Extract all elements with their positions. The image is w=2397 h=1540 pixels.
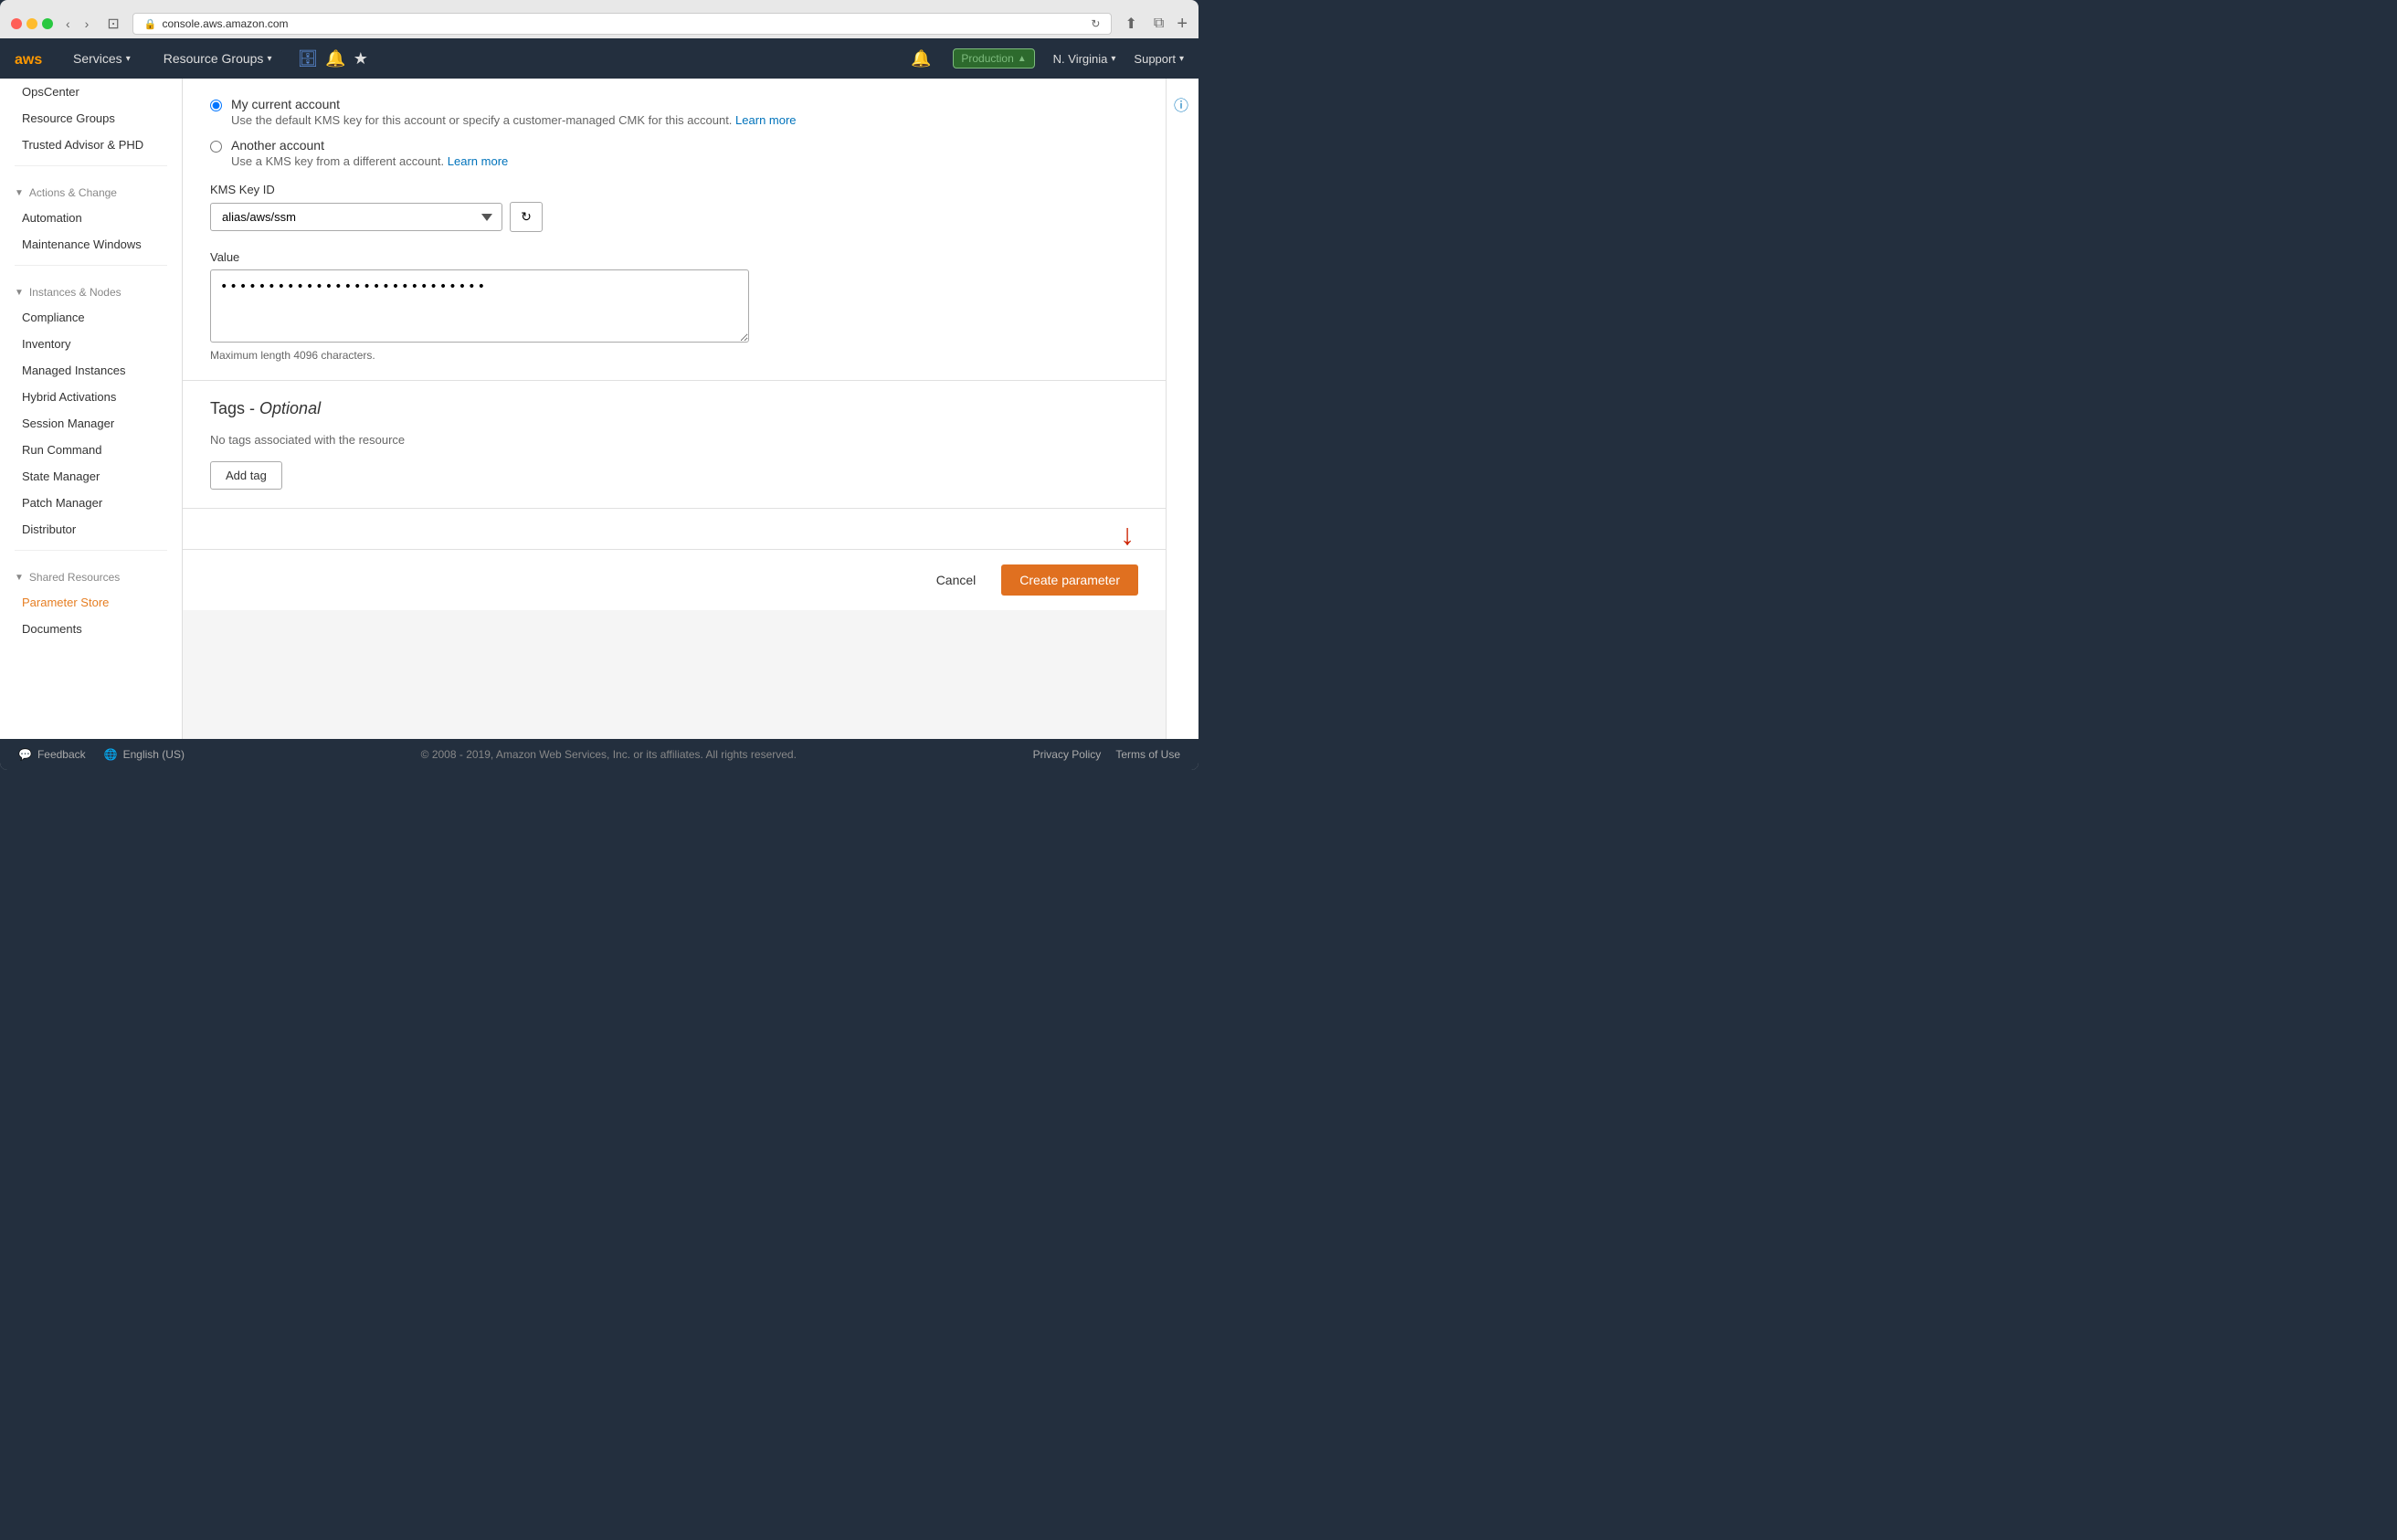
section-header-instances: ▼ Instances & Nodes: [0, 273, 182, 304]
top-navigation: aws Services ▾ Resource Groups ▾ 🗄 🔔 ★ 🔔…: [0, 38, 1198, 79]
sidebar-item-trusted-advisor[interactable]: Trusted Advisor & PHD: [0, 132, 182, 158]
terms-of-use-link[interactable]: Terms of Use: [1115, 748, 1180, 761]
kms-section: My current account Use the default KMS k…: [183, 79, 1166, 381]
privacy-policy-link[interactable]: Privacy Policy: [1033, 748, 1102, 761]
support-chevron-icon: ▾: [1179, 54, 1184, 64]
kms-key-label: KMS Key ID: [210, 183, 1138, 196]
section-header-shared: ▼ Shared Resources: [0, 558, 182, 589]
no-tags-text: No tags associated with the resource: [210, 433, 1138, 447]
share-button[interactable]: ⬆: [1119, 13, 1142, 35]
sidebar-item-distributor[interactable]: Distributor: [0, 516, 182, 543]
production-chevron-icon: ▲: [1018, 54, 1027, 64]
section-header-actions: ▼ Actions & Change: [0, 174, 182, 205]
notification-bell-icon[interactable]: 🔔: [911, 49, 931, 69]
url-text: console.aws.amazon.com: [162, 17, 288, 30]
value-textarea[interactable]: ••••••••••••••••••••••••••••: [210, 269, 749, 343]
another-account-option: Another account Use a KMS key from a dif…: [210, 138, 1138, 168]
star-icon[interactable]: ★: [354, 49, 368, 69]
sidebar-item-automation[interactable]: Automation: [0, 205, 182, 231]
sidebar-item-parameter-store[interactable]: Parameter Store: [0, 589, 182, 616]
environment-badge[interactable]: Production ▲: [953, 48, 1034, 69]
kms-key-select[interactable]: alias/aws/ssm: [210, 203, 502, 231]
sidebar-item-state-manager[interactable]: State Manager: [0, 463, 182, 490]
forward-button[interactable]: ›: [79, 15, 95, 33]
my-account-learn-more-link[interactable]: Learn more: [735, 113, 796, 127]
sidebar-item-hybrid-activations[interactable]: Hybrid Activations: [0, 384, 182, 410]
instances-triangle-icon: ▼: [15, 288, 24, 298]
services-nav[interactable]: Services ▾: [66, 47, 138, 69]
sidebar-item-run-command[interactable]: Run Command: [0, 437, 182, 463]
tags-section: Tags - Optional No tags associated with …: [183, 381, 1166, 509]
kms-key-row: alias/aws/ssm ↻: [210, 202, 1138, 232]
globe-icon: 🌐: [104, 748, 118, 761]
my-account-radio[interactable]: [210, 100, 222, 111]
sidebar-item-session-manager[interactable]: Session Manager: [0, 410, 182, 437]
sidebar-item-patch-manager[interactable]: Patch Manager: [0, 490, 182, 516]
reload-icon[interactable]: ↻: [1091, 17, 1100, 30]
region-chevron-icon: ▾: [1111, 54, 1115, 64]
footer-left: 💬 Feedback 🌐 English (US): [18, 748, 185, 761]
actions-triangle-icon: ▼: [15, 188, 24, 198]
cancel-button[interactable]: Cancel: [922, 565, 991, 595]
shared-triangle-icon: ▼: [15, 573, 24, 583]
action-bar: Cancel Create parameter: [183, 549, 1166, 610]
value-label: Value: [210, 250, 1138, 264]
create-parameter-button[interactable]: Create parameter: [1001, 564, 1138, 596]
feedback-icon: 💬: [18, 748, 32, 761]
footer-copyright: © 2008 - 2019, Amazon Web Services, Inc.…: [203, 748, 1015, 761]
aws-logo[interactable]: aws: [15, 48, 48, 69]
services-chevron-icon: ▾: [126, 54, 131, 64]
new-tab-button[interactable]: +: [1177, 14, 1188, 35]
my-account-option: My current account Use the default KMS k…: [210, 97, 1138, 127]
kms-refresh-button[interactable]: ↻: [510, 202, 543, 232]
region-selector[interactable]: N. Virginia ▾: [1053, 52, 1116, 66]
support-menu[interactable]: Support ▾: [1134, 52, 1184, 66]
language-selector[interactable]: 🌐 English (US): [104, 748, 185, 761]
fullscreen-button[interactable]: ⧉: [1148, 13, 1169, 35]
sidebar-item-maintenance-windows[interactable]: Maintenance Windows: [0, 231, 182, 258]
another-account-radio[interactable]: [210, 141, 222, 153]
resource-groups-chevron-icon: ▾: [267, 54, 271, 64]
footer-right: Privacy Policy Terms of Use: [1033, 748, 1180, 761]
sidebar-item-inventory[interactable]: Inventory: [0, 331, 182, 357]
info-icon[interactable]: ⓘ: [1174, 99, 1188, 114]
main-content: My current account Use the default KMS k…: [183, 79, 1166, 739]
nav-icons: 🗄 🔔 ★: [297, 49, 367, 69]
bell-nav-icon[interactable]: 🔔: [325, 49, 345, 69]
sidebar-item-documents[interactable]: Documents: [0, 616, 182, 642]
sidebar-item-managed-instances[interactable]: Managed Instances: [0, 357, 182, 384]
lock-icon: 🔒: [144, 18, 157, 30]
sidebar-item-resource-groups[interactable]: Resource Groups: [0, 105, 182, 132]
another-account-learn-more-link[interactable]: Learn more: [448, 154, 508, 168]
sidebar-item-opscenter[interactable]: OpsCenter: [0, 79, 182, 105]
sidebar: OpsCenter Resource Groups Trusted Adviso…: [0, 79, 183, 739]
feedback-button[interactable]: 💬 Feedback: [18, 748, 86, 761]
tags-title: Tags - Optional: [210, 399, 1138, 418]
sidebar-item-compliance[interactable]: Compliance: [0, 304, 182, 331]
add-tag-button[interactable]: Add tag: [210, 461, 282, 490]
sidebar-toggle-button[interactable]: ⊡: [101, 13, 124, 35]
db-icon[interactable]: 🗄: [297, 49, 318, 69]
char-limit-text: Maximum length 4096 characters.: [210, 349, 1138, 362]
resource-groups-nav[interactable]: Resource Groups ▾: [156, 47, 280, 69]
back-button[interactable]: ‹: [60, 15, 76, 33]
footer: 💬 Feedback 🌐 English (US) © 2008 - 2019,…: [0, 739, 1198, 770]
arrow-indicator: ↓: [1120, 520, 1135, 549]
svg-text:aws: aws: [15, 52, 42, 68]
